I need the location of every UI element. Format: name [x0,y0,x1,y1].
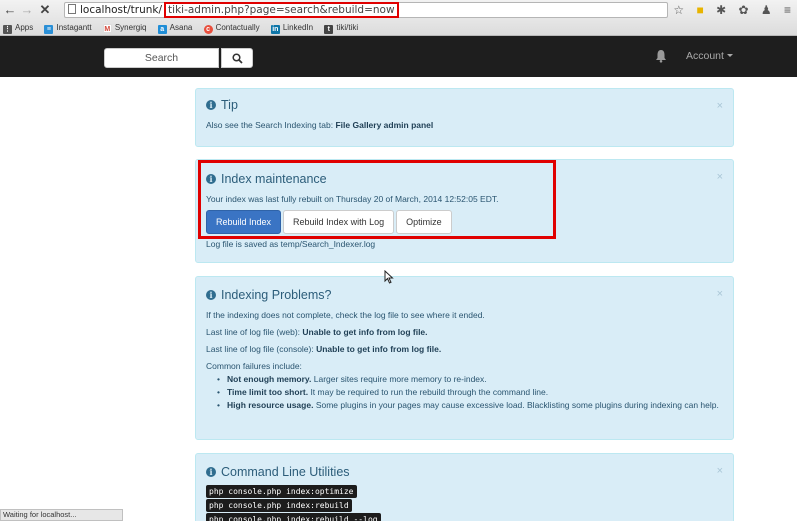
browser-status-bar: Waiting for localhost... [0,509,123,521]
list-item: Time limit too short. It may be required… [217,386,723,399]
tip-title: i Tip [206,98,723,112]
list-item: High resource usage. Some plugins in you… [217,399,723,412]
tiki-icon: t [324,25,334,34]
forward-arrow-icon[interactable]: → [20,3,34,17]
file-gallery-link[interactable]: File Gallery admin panel [335,120,433,130]
page-icon [68,4,76,14]
tip-panel: i Tip Also see the Search Indexing tab: F… [195,88,734,147]
menu-icon[interactable]: ≡ [784,3,791,17]
bookmark-linkedin[interactable]: in LinkedIn [270,21,313,35]
puzzle-extension-icon[interactable]: ✱ [716,3,726,17]
search-icon [232,53,243,64]
url-path-highlighted: tiki-admin.php?page=search&rebuild=now [164,2,399,18]
highlight-box [198,160,556,239]
info-icon: i [206,290,216,300]
caret-down-icon [726,54,733,57]
tip-text: Also see the Search Indexing tab: File G… [206,120,434,130]
list-item: Not enough memory. Larger sites require … [217,373,723,386]
instagantt-icon: ≡ [44,25,54,34]
url-host: localhost/trunk/ [80,4,163,16]
extension-icon[interactable]: ■ [696,3,703,17]
indexing-problems-panel: i Indexing Problems? If the indexing does… [195,276,734,440]
linkedin-icon: in [270,25,280,34]
problems-intro: If the indexing does not complete, check… [206,310,485,320]
command-line-utilities-panel: i Command Line Utilities php console.php … [195,453,734,521]
bookmark-synergiq[interactable]: M Synergiq [102,21,146,35]
bookmark-tiki[interactable]: t tiki/tiki [324,21,358,35]
apps-grid-icon: ⋮ [3,25,12,34]
failures-list: Not enough memory. Larger sites require … [206,373,723,412]
bookmark-contactually[interactable]: c Contactually [203,21,260,35]
url-bar[interactable]: localhost/trunk/tiki-admin.php?page=sear… [64,2,668,18]
common-failures-label: Common failures include: [206,361,302,371]
close-icon[interactable]: × [717,100,723,112]
info-icon: i [206,100,216,110]
contactually-icon: c [203,25,213,34]
indexing-problems-title: i Indexing Problems? [206,288,723,302]
mouse-cursor-icon [384,270,394,284]
command-rebuild: php console.php index:rebuild [206,499,352,512]
close-icon[interactable]: × [717,288,723,300]
log-console-line: Last line of log file (console): Unable … [206,344,442,354]
browser-chrome: ← → ✕ localhost/trunk/tiki-admin.php?pag… [0,0,797,36]
command-rebuild-log: php console.php index:rebuild --log [206,513,381,521]
account-menu[interactable]: Account [686,50,733,62]
bookmark-asana[interactable]: a Asana [157,21,192,35]
gear-extension-icon[interactable]: ✿ [738,3,748,17]
gmail-icon: M [102,24,112,33]
log-web-line: Last line of log file (web): Unable to g… [206,327,428,337]
bookmark-apps[interactable]: ⋮ Apps [3,21,33,35]
extension-icons: ☆ ■ ✱ ✿ ♟ ≡ [664,3,791,17]
star-bookmark-icon[interactable]: ☆ [673,3,684,17]
info-icon: i [206,467,216,477]
top-navbar: Search Account [0,36,797,77]
search-input[interactable]: Search [104,48,219,68]
close-icon[interactable]: × [717,171,723,183]
close-icon[interactable]: × [717,465,723,477]
search-button[interactable] [221,48,253,68]
asana-icon: a [157,25,167,34]
command-optimize: php console.php index:optimize [206,485,357,498]
command-line-title: i Command Line Utilities [206,465,723,479]
bookmark-instagantt[interactable]: ≡ Instagantt [44,21,92,35]
profile-extension-icon[interactable]: ♟ [761,3,772,17]
back-arrow-icon[interactable]: ← [3,3,17,17]
bell-icon[interactable] [655,49,667,63]
stop-icon[interactable]: ✕ [38,3,52,17]
bookmarks-bar: ⋮ Apps ≡ Instagantt M Synergiq a Asana c Cont… [0,21,797,36]
log-file-note: Log file is saved as temp/Search_Indexer… [206,239,376,249]
